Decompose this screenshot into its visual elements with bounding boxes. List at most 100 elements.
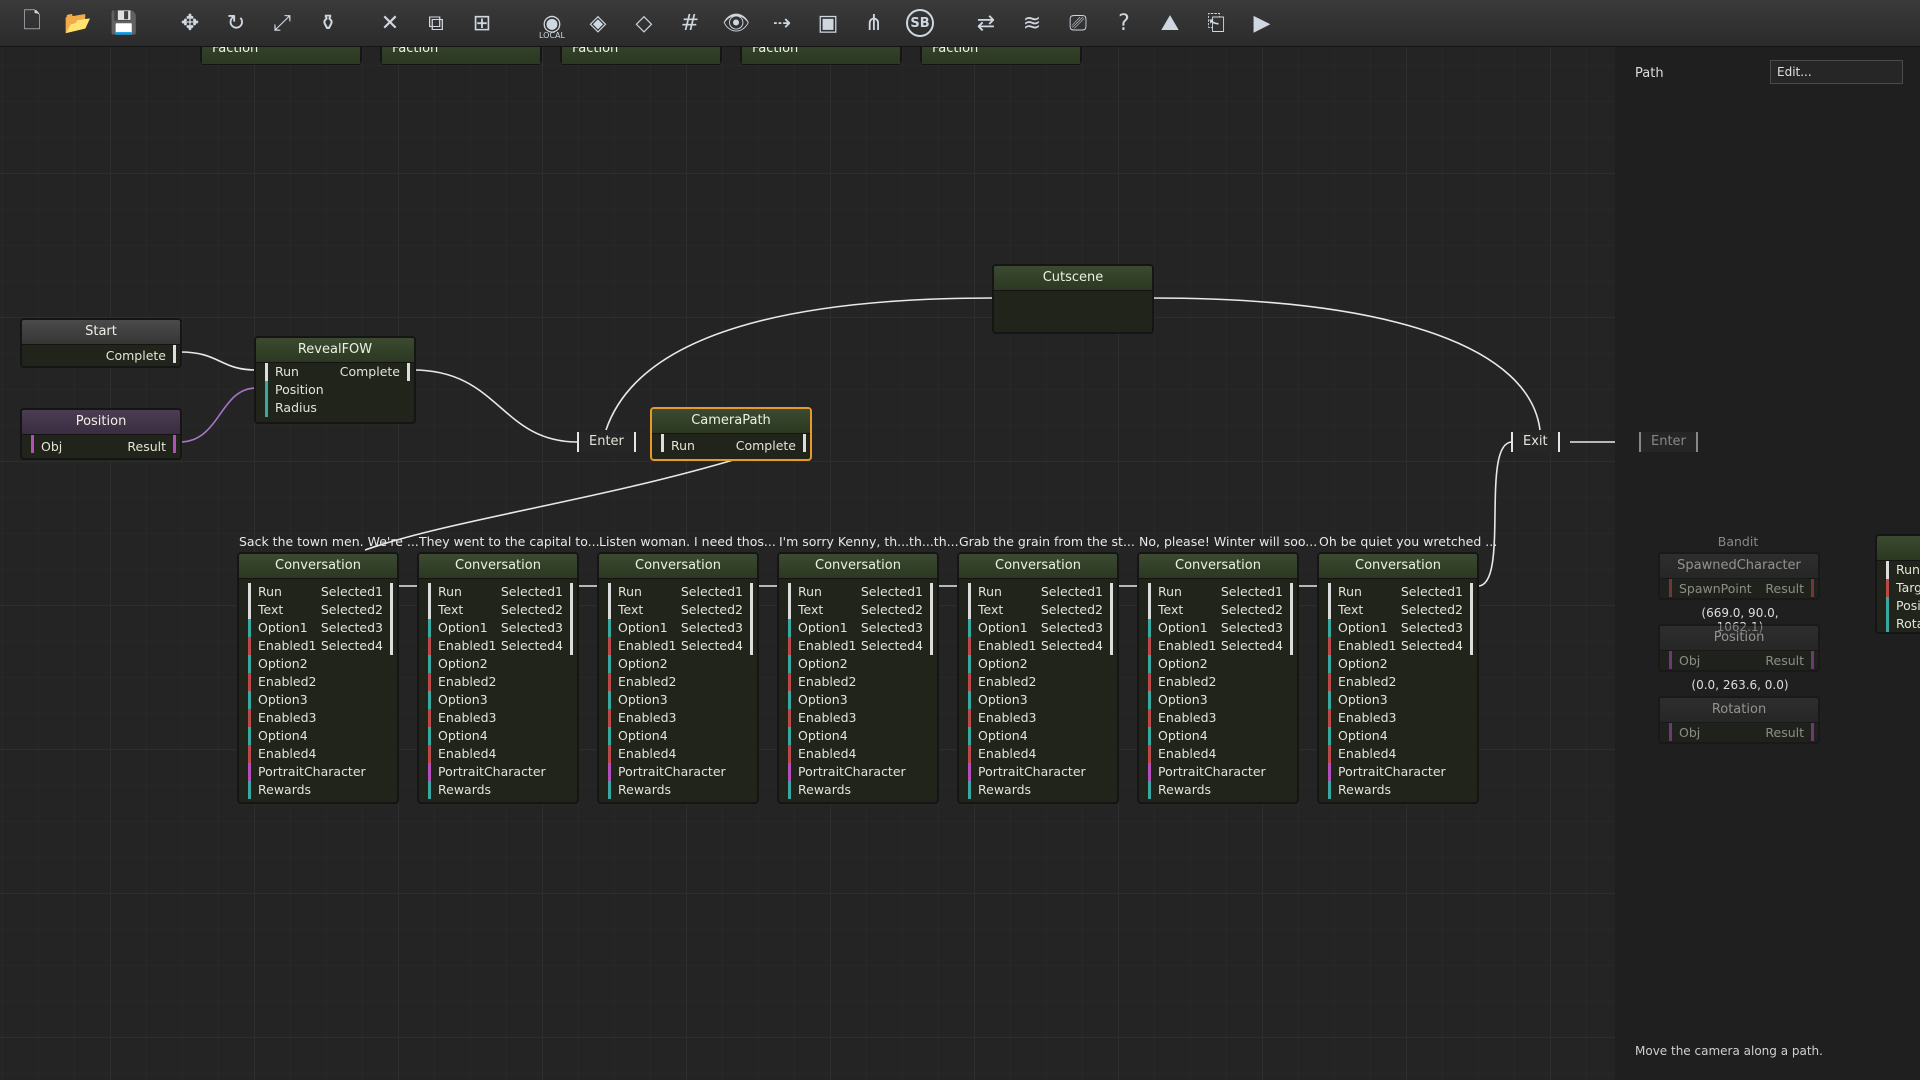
output-pin-selected3[interactable]: Selected3 — [321, 619, 393, 637]
input-pin-option4[interactable]: Option4 — [608, 727, 668, 745]
play-icon[interactable]: ▶ — [1244, 5, 1280, 41]
input-pin-enabled2[interactable]: Enabled2 — [788, 673, 856, 691]
output-pin-selected3[interactable]: Selected3 — [681, 619, 753, 637]
input-pin-run[interactable]: Run — [1328, 583, 1362, 601]
input-pin-text[interactable]: Text — [608, 601, 643, 619]
input-pin-option1[interactable]: Option1 — [1148, 619, 1208, 637]
output-pin-selected1[interactable]: Selected1 — [321, 583, 393, 601]
input-pin-option4[interactable]: Option4 — [1148, 727, 1208, 745]
conversation-node[interactable]: Conversation Run Selected1 Text Selected2 Opt… — [237, 552, 399, 804]
exit-icon[interactable]: ⎗ — [1198, 5, 1234, 41]
cutscene-node[interactable]: Cutscene — [992, 264, 1154, 334]
scale-icon[interactable]: ⤢ — [264, 5, 300, 41]
input-pin-rotation[interactable]: Rotation — [1886, 615, 1920, 632]
input-pin-enabled1[interactable]: Enabled1 — [248, 637, 316, 655]
input-pin-target[interactable]: Target — [1886, 579, 1920, 597]
input-pin-enabled2[interactable]: Enabled2 — [428, 673, 496, 691]
input-pin-option2[interactable]: Option2 — [608, 655, 668, 673]
input-pin-enabled4[interactable]: Enabled4 — [608, 745, 676, 763]
output-pin-selected2[interactable]: Selected2 — [1401, 601, 1473, 619]
box-icon[interactable]: ▣ — [810, 5, 846, 41]
snap-icon[interactable]: ◈ — [580, 5, 616, 41]
input-pin-option2[interactable]: Option2 — [968, 655, 1028, 673]
conversation-node[interactable]: Conversation Run Selected1 Text Selected2 Opt… — [1137, 552, 1299, 804]
output-pin-result[interactable]: Result — [1765, 579, 1814, 597]
exit-pin[interactable]: Exit — [1511, 432, 1560, 452]
input-pin-run[interactable]: Run — [788, 583, 822, 601]
group-icon[interactable]: ⊞ — [464, 5, 500, 41]
output-pin-selected2[interactable]: Selected2 — [681, 601, 753, 619]
output-pin-complete[interactable]: Complete — [340, 363, 410, 381]
input-pin-position[interactable]: Position — [265, 381, 324, 399]
input-pin-enabled3[interactable]: Enabled3 — [1328, 709, 1396, 727]
input-pin-option1[interactable]: Option1 — [248, 619, 308, 637]
input-pin-enabled1[interactable]: Enabled1 — [788, 637, 856, 655]
input-pin-option1[interactable]: Option1 — [968, 619, 1028, 637]
input-pin-portraitcharacter[interactable]: PortraitCharacter — [968, 763, 1086, 781]
input-pin-rewards[interactable]: Rewards — [968, 781, 1031, 799]
input-pin-run[interactable]: Run — [265, 363, 299, 381]
layer-icon[interactable]: ◇ — [626, 5, 662, 41]
output-pin-selected4[interactable]: Selected4 — [681, 637, 753, 655]
input-pin-option2[interactable]: Option2 — [1328, 655, 1388, 673]
output-pin-selected3[interactable]: Selected3 — [1401, 619, 1473, 637]
input-pin-option3[interactable]: Option3 — [1328, 691, 1388, 709]
input-pin-enabled4[interactable]: Enabled4 — [1328, 745, 1396, 763]
input-pin-text[interactable]: Text — [1148, 601, 1183, 619]
input-pin-text[interactable]: Text — [788, 601, 823, 619]
input-pin-enabled2[interactable]: Enabled2 — [248, 673, 316, 691]
input-pin-option1[interactable]: Option1 — [428, 619, 488, 637]
output-pin-selected4[interactable]: Selected4 — [501, 637, 573, 655]
output-pin-selected4[interactable]: Selected4 — [1221, 637, 1293, 655]
input-pin-option2[interactable]: Option2 — [788, 655, 848, 673]
input-pin-option4[interactable]: Option4 — [1328, 727, 1388, 745]
input-pin-obj[interactable]: Obj — [31, 435, 62, 454]
output-pin-result[interactable]: Result — [1765, 651, 1814, 669]
output-pin-selected2[interactable]: Selected2 — [321, 601, 393, 619]
delete-icon[interactable]: ✕ — [372, 5, 408, 41]
duplicate-icon[interactable]: ⧉ — [418, 5, 454, 41]
output-pin-complete[interactable]: Complete — [106, 345, 176, 363]
input-pin-text[interactable]: Text — [1328, 601, 1363, 619]
input-pin-run[interactable]: Run — [608, 583, 642, 601]
input-pin-option3[interactable]: Option3 — [1148, 691, 1208, 709]
input-pin-enabled4[interactable]: Enabled4 — [1148, 745, 1216, 763]
input-pin-run[interactable]: Run — [968, 583, 1002, 601]
input-pin-enabled3[interactable]: Enabled3 — [428, 709, 496, 727]
output-pin-selected3[interactable]: Selected3 — [1041, 619, 1113, 637]
input-pin-run[interactable]: Run — [428, 583, 462, 601]
output-pin-selected4[interactable]: Selected4 — [1041, 637, 1113, 655]
output-pin-selected4[interactable]: Selected4 — [1401, 637, 1473, 655]
input-pin-enabled1[interactable]: Enabled1 — [428, 637, 496, 655]
new-file-icon[interactable]: 🗋 — [14, 5, 50, 41]
output-pin-selected1[interactable]: Selected1 — [861, 583, 933, 601]
enter-pin[interactable]: Enter — [577, 432, 636, 452]
move-icon[interactable]: ✥ — [172, 5, 208, 41]
input-pin-option1[interactable]: Option1 — [788, 619, 848, 637]
input-pin-option2[interactable]: Option2 — [248, 655, 308, 673]
output-pin-selected2[interactable]: Selected2 — [861, 601, 933, 619]
input-pin-rewards[interactable]: Rewards — [1328, 781, 1391, 799]
input-pin-enabled3[interactable]: Enabled3 — [788, 709, 856, 727]
output-pin-result[interactable]: Result — [1765, 723, 1814, 741]
conversation-node[interactable]: Conversation Run Selected1 Text Selected2 Opt… — [1317, 552, 1479, 804]
input-pin-portraitcharacter[interactable]: PortraitCharacter — [1148, 763, 1266, 781]
output-pin-selected1[interactable]: Selected1 — [501, 583, 573, 601]
spawned-character-node[interactable]: SpawnedCharacter SpawnPoint Result — [1658, 552, 1820, 600]
conversation-node[interactable]: Conversation Run Selected1 Text Selected2 Opt… — [957, 552, 1119, 804]
input-pin-text[interactable]: Text — [248, 601, 283, 619]
input-pin-portraitcharacter[interactable]: PortraitCharacter — [428, 763, 546, 781]
help-icon[interactable]: ? — [1106, 5, 1142, 41]
input-pin-enabled4[interactable]: Enabled4 — [968, 745, 1036, 763]
output-pin-selected3[interactable]: Selected3 — [501, 619, 573, 637]
enter-pin-right[interactable]: Enter — [1639, 432, 1698, 452]
input-pin-enabled2[interactable]: Enabled2 — [968, 673, 1036, 691]
input-pin-portraitcharacter[interactable]: PortraitCharacter — [608, 763, 726, 781]
output-pin-selected1[interactable]: Selected1 — [1041, 583, 1113, 601]
input-pin-enabled1[interactable]: Enabled1 — [1328, 637, 1396, 655]
input-pin-option3[interactable]: Option3 — [248, 691, 308, 709]
conversation-node[interactable]: Conversation Run Selected1 Text Selected2 Opt… — [417, 552, 579, 804]
input-pin-obj[interactable]: Obj — [1669, 651, 1700, 669]
layers-icon[interactable]: ≋ — [1014, 5, 1050, 41]
output-pin-selected4[interactable]: Selected4 — [321, 637, 393, 655]
